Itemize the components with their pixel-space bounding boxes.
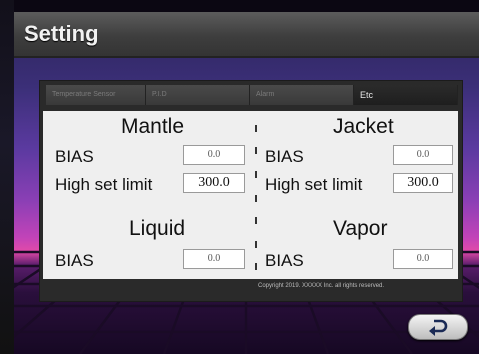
settings-panel: Temperature Sensor P.I.D Alarm Etc Mantl… bbox=[39, 80, 463, 302]
title-bar: Setting bbox=[14, 12, 479, 58]
return-arrow-icon bbox=[429, 319, 448, 336]
tab-bar: Temperature Sensor P.I.D Alarm Etc bbox=[40, 81, 462, 107]
vapor-bias-field[interactable]: 0.0 bbox=[393, 249, 453, 269]
liquid-bias-label: BIAS bbox=[55, 251, 94, 270]
tab-etc[interactable]: Etc bbox=[354, 85, 458, 105]
mantle-high-limit-field[interactable]: 300.0 bbox=[183, 173, 245, 193]
vapor-heading: Vapor bbox=[333, 217, 388, 240]
vapor-bias-label: BIAS bbox=[265, 251, 304, 270]
page-title: Setting bbox=[24, 21, 99, 46]
settings-content: Mantle BIAS 0.0 High set limit 300.0 Jac… bbox=[43, 111, 458, 279]
jacket-heading: Jacket bbox=[333, 115, 394, 138]
screen: Setting Temperature Sensor P.I.D Alarm E… bbox=[14, 12, 479, 354]
liquid-bias-field[interactable]: 0.0 bbox=[183, 249, 245, 269]
divider bbox=[255, 125, 257, 132]
mantle-bias-field[interactable]: 0.0 bbox=[183, 145, 245, 165]
divider bbox=[255, 217, 257, 224]
mantle-heading: Mantle bbox=[121, 115, 185, 138]
divider bbox=[255, 241, 257, 248]
liquid-heading: Liquid bbox=[129, 217, 186, 240]
copyright-text: Copyright 2019. XXXXX Inc. all rights re… bbox=[258, 283, 385, 289]
jacket-bias-label: BIAS bbox=[265, 147, 304, 166]
tab-label: Etc bbox=[360, 90, 374, 100]
device-bezel bbox=[0, 0, 14, 354]
divider bbox=[255, 263, 257, 270]
mantle-bias-label: BIAS bbox=[55, 147, 94, 166]
tab-label: P.I.D bbox=[152, 91, 167, 98]
tab-temperature-sensor[interactable]: Temperature Sensor bbox=[46, 85, 146, 105]
back-button[interactable] bbox=[408, 314, 468, 340]
jacket-high-limit-field[interactable]: 300.0 bbox=[393, 173, 453, 193]
mantle-high-limit-label: High set limit bbox=[55, 175, 153, 194]
tab-label: Temperature Sensor bbox=[52, 91, 116, 98]
divider bbox=[255, 147, 257, 154]
tab-alarm[interactable]: Alarm bbox=[250, 85, 354, 105]
divider bbox=[255, 171, 257, 178]
divider bbox=[255, 195, 257, 202]
tab-label: Alarm bbox=[256, 91, 275, 98]
jacket-high-limit-label: High set limit bbox=[265, 175, 363, 194]
tab-pid[interactable]: P.I.D bbox=[146, 85, 250, 105]
jacket-bias-field[interactable]: 0.0 bbox=[393, 145, 453, 165]
